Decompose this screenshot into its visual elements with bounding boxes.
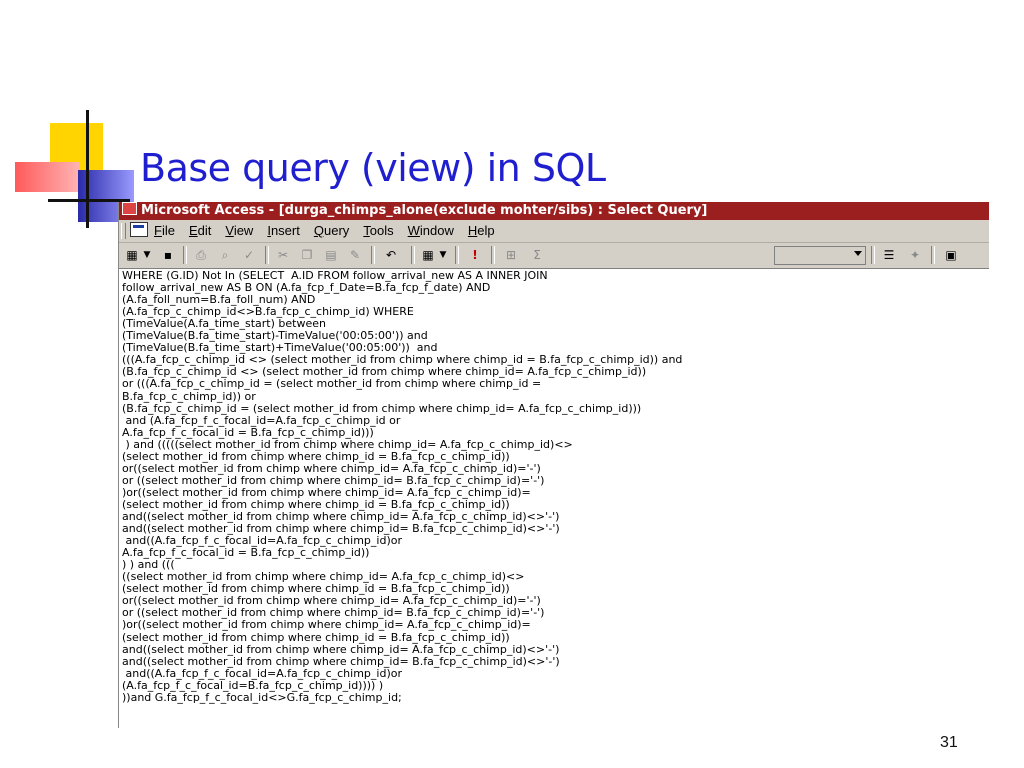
sql-line: (B.fa_fcp_c_chimp_id = (select mother_id…: [122, 401, 642, 415]
menu-edit[interactable]: Edit: [189, 220, 211, 242]
menu-grip-handle[interactable]: [121, 223, 126, 239]
sql-line: )or((select mother_id from chimp where c…: [122, 618, 531, 632]
sql-line: ))and G.fa_fcp_f_c_focal_id<>G.fa_fcp_c_…: [122, 690, 402, 704]
dropdown-arrow-icon[interactable]: ▼: [141, 246, 153, 264]
dropdown-arrow-icon[interactable]: ▼: [437, 246, 449, 264]
window-titlebar[interactable]: Microsoft Access - [durga_chimps_alone(e…: [119, 202, 989, 220]
query-toolbar: ▦ ▼ ▪ ⎙ ⌕ ✓ ✂ ❐ ▤ ✎ ↶ ▦ ▼ ! ⊞ Σ ☰ ✦ ▣: [119, 243, 989, 269]
menu-tools[interactable]: Tools: [363, 220, 393, 242]
toolbar-separator: [871, 246, 875, 264]
query-type-icon[interactable]: ▦: [419, 246, 437, 264]
print-preview-icon[interactable]: ⌕: [215, 246, 235, 264]
menu-file[interactable]: File: [154, 220, 175, 242]
toolbar-separator: [931, 246, 935, 264]
sql-line: and((select mother_id from chimp where c…: [122, 642, 560, 656]
toolbar-separator: [265, 246, 269, 264]
toolbar-separator: [183, 246, 187, 264]
sql-line: and((A.fa_fcp_f_c_focal_id=A.fa_fcp_c_ch…: [122, 666, 402, 680]
sql-line: B.fa_fcp_c_chimp_id)) or: [122, 389, 256, 403]
document-window-icon[interactable]: [130, 222, 148, 237]
copy-icon[interactable]: ❐: [297, 246, 317, 264]
menu-window[interactable]: Window: [408, 220, 454, 242]
save-icon[interactable]: ▪: [159, 246, 177, 264]
undo-icon[interactable]: ↶: [381, 246, 401, 264]
access-key-icon[interactable]: [122, 202, 137, 215]
sql-line: ) and (((((select mother_id from chimp w…: [122, 437, 573, 451]
build-icon[interactable]: ✦: [905, 246, 925, 264]
menu-insert[interactable]: Insert: [267, 220, 300, 242]
toolbar-separator: [411, 246, 415, 264]
toolbar-separator: [455, 246, 459, 264]
sql-line: (select mother_id from chimp where chimp…: [122, 449, 510, 463]
sql-line: or((select mother_id from chimp where ch…: [122, 461, 541, 475]
properties-icon[interactable]: ☰: [879, 246, 899, 264]
menu-bar: File Edit View Insert Query Tools Window Help: [119, 220, 989, 243]
sql-line: and((select mother_id from chimp where c…: [122, 654, 560, 668]
sql-line: or (((A.fa_fcp_c_chimp_id = (select moth…: [122, 377, 542, 391]
paste-icon[interactable]: ▤: [321, 246, 341, 264]
decor-vertical-line: [86, 110, 89, 228]
sql-text-area[interactable]: WHERE (G.ID) Not In (SELECT A.ID FROM fo…: [119, 269, 989, 728]
sql-line: (A.fa_fcp_f_c_focal_id=B.fa_fcp_c_chimp_…: [122, 678, 384, 692]
menu-query[interactable]: Query: [314, 220, 349, 242]
database-window-icon[interactable]: ▣: [941, 246, 961, 264]
combo-arrow-icon[interactable]: [854, 251, 862, 256]
spelling-icon[interactable]: ✓: [239, 246, 259, 264]
sql-line: A.fa_fcp_f_c_focal_id = B.fa_fcp_c_chimp…: [122, 425, 374, 439]
cut-icon[interactable]: ✂: [273, 246, 293, 264]
top-values-combo[interactable]: [774, 246, 866, 265]
toolbar-separator: [491, 246, 495, 264]
menu-view[interactable]: View: [225, 220, 253, 242]
window-title: Microsoft Access - [durga_chimps_alone(e…: [141, 203, 708, 218]
run-icon[interactable]: !: [465, 246, 485, 264]
totals-icon[interactable]: Σ: [527, 246, 547, 264]
page-number: 31: [940, 734, 958, 751]
slide-title: Base query (view) in SQL: [140, 146, 606, 190]
toolbar-separator: [371, 246, 375, 264]
view-icon[interactable]: ▦: [123, 246, 141, 264]
sql-line: (select mother_id from chimp where chimp…: [122, 630, 510, 644]
access-window: Microsoft Access - [durga_chimps_alone(e…: [118, 202, 989, 728]
sql-line: and (A.fa_fcp_f_c_focal_id=A.fa_fcp_c_ch…: [122, 413, 401, 427]
format-painter-icon[interactable]: ✎: [345, 246, 365, 264]
decor-red-square: [15, 162, 79, 192]
show-table-icon[interactable]: ⊞: [501, 246, 521, 264]
menu-help[interactable]: Help: [468, 220, 495, 242]
print-icon[interactable]: ⎙: [191, 246, 211, 264]
